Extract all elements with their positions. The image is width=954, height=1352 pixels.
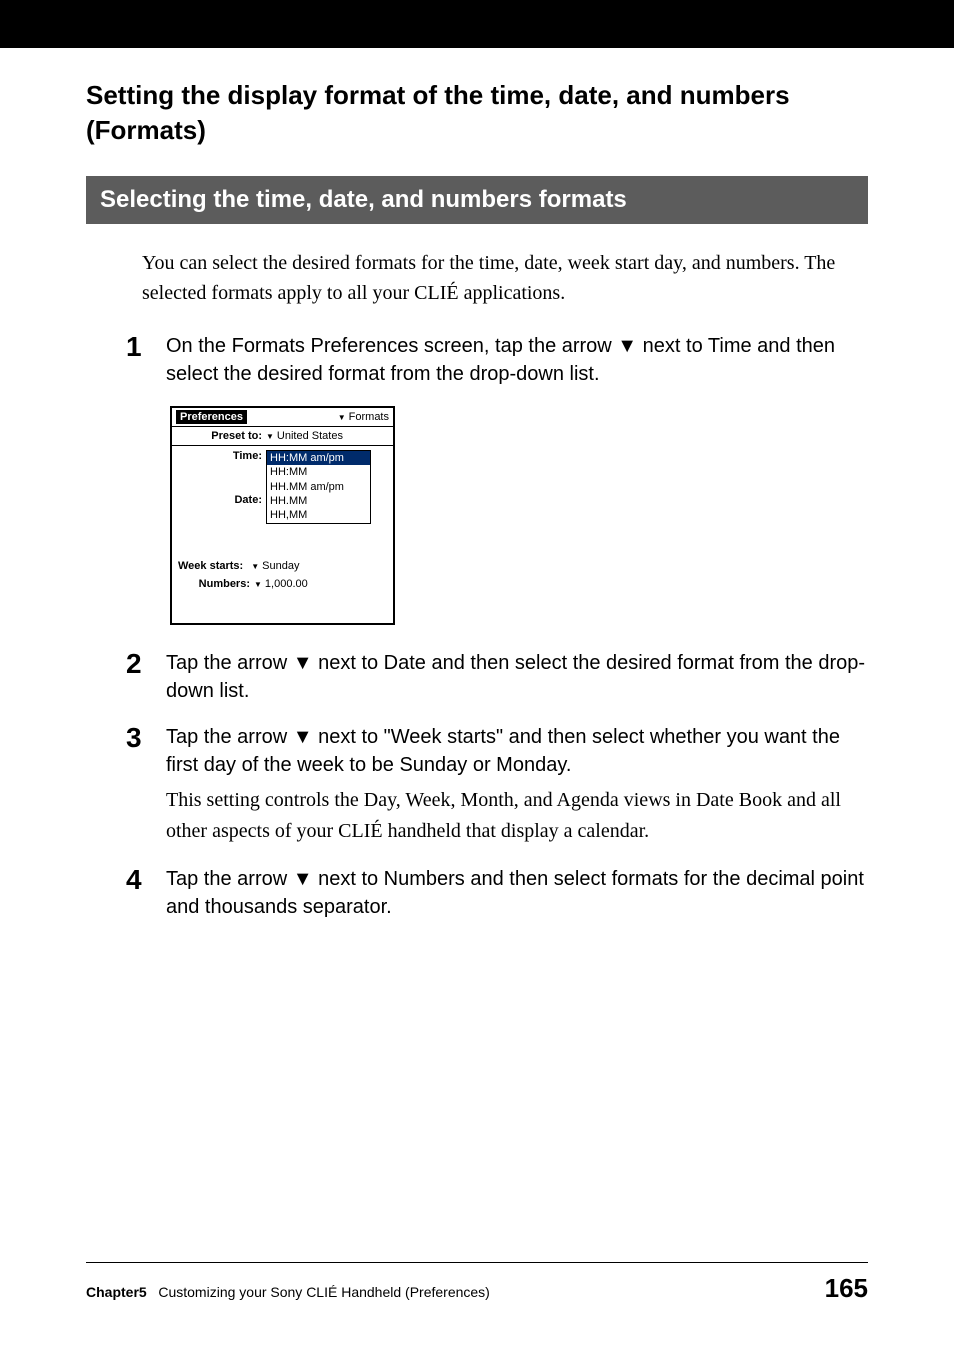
step-4: 4 Tap the arrow ▼ next to Numbers and th… [126,865,868,921]
step-instruction: On the Formats Preferences screen, tap t… [166,332,868,388]
palm-app-title: Preferences [176,410,247,424]
palm-screenshot: Preferences Formats Preset to: United St… [170,406,868,624]
date-label: Date: [178,462,266,506]
footer-title: Customizing your Sony CLIÉ Handheld (Pre… [158,1284,490,1300]
palm-window: Preferences Formats Preset to: United St… [170,406,395,624]
numbers-label: Numbers: [178,578,254,590]
footer-chapter: Chapter5 [86,1284,147,1300]
step-instruction: Tap the arrow ▼ next to "Week starts" an… [166,723,868,779]
dropdown-option[interactable]: HH:MM [267,465,370,479]
dropdown-option[interactable]: HH.MM [267,494,370,508]
palm-category-value: Formats [349,411,389,423]
preset-label: Preset to: [178,430,266,442]
preset-row: Preset to: United States [172,427,393,446]
step-instruction: Tap the arrow ▼ next to Numbers and then… [166,865,868,921]
page-footer: Chapter5 Customizing your Sony CLIÉ Hand… [86,1262,868,1304]
dropdown-option[interactable]: HH:MM am/pm [267,451,370,465]
step-3: 3 Tap the arrow ▼ next to "Week starts" … [126,723,868,847]
palm-spacer [172,593,393,623]
dropdown-option[interactable]: HH,MM [267,508,370,522]
step-number: 3 [126,723,166,847]
page-content: Setting the display format of the time, … [0,48,954,921]
page-number: 165 [825,1273,868,1304]
numbers-value: 1,000.00 [265,578,308,590]
preset-select[interactable]: United States [266,430,387,442]
main-heading: Setting the display format of the time, … [86,78,868,148]
time-date-block: Time: HH:MM am/pm HH:MM HH.MM am/pm HH.M… [172,446,393,556]
step-note: This setting controls the Day, Week, Mon… [166,785,868,847]
footer-text: Chapter5 Customizing your Sony CLIÉ Hand… [86,1284,490,1300]
step-number: 1 [126,332,166,388]
header-bar [0,0,954,48]
intro-paragraph: You can select the desired formats for t… [142,248,868,308]
dropdown-option[interactable]: HH.MM am/pm [267,480,370,494]
step-2: 2 Tap the arrow ▼ next to Date and then … [126,649,868,705]
step-instruction: Tap the arrow ▼ next to Date and then se… [166,649,868,705]
numbers-select[interactable]: 1,000.00 [254,578,387,590]
week-row: Week starts: Sunday [172,557,393,575]
section-heading: Selecting the time, date, and numbers fo… [86,176,868,224]
week-select[interactable]: Sunday [251,560,387,572]
step-number: 2 [126,649,166,705]
time-dropdown[interactable]: HH:MM am/pm HH:MM HH.MM am/pm HH.MM HH,M… [266,450,371,523]
numbers-row: Numbers: 1,000.00 [172,575,393,593]
week-label: Week starts: [178,560,247,572]
week-value: Sunday [262,560,299,572]
preset-value: United States [277,430,343,442]
palm-category-select[interactable]: Formats [338,411,389,423]
palm-titlebar: Preferences Formats [172,408,393,427]
step-number: 4 [126,865,166,921]
step-1: 1 On the Formats Preferences screen, tap… [126,332,868,388]
